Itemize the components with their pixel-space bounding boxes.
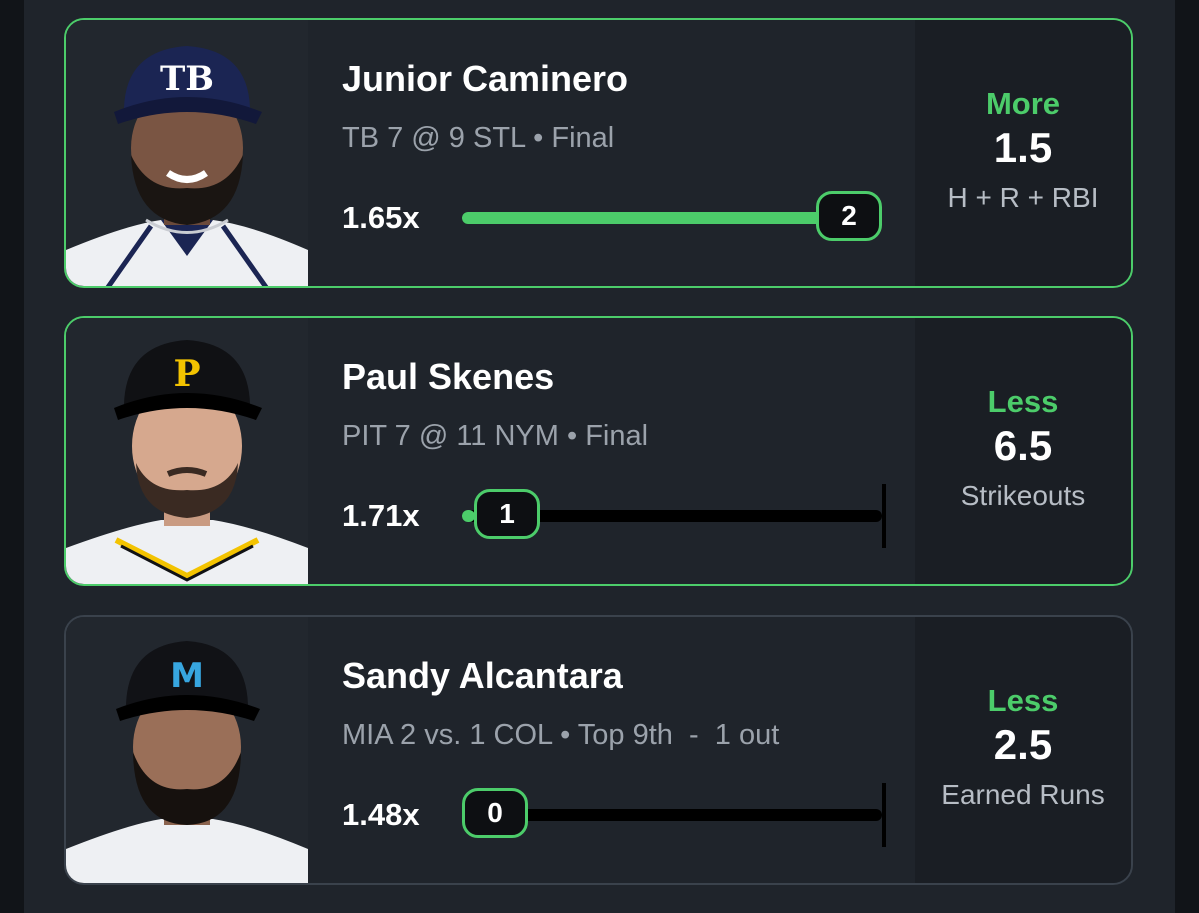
player-headshot: P	[66, 318, 308, 584]
player-headshot: TB	[66, 20, 308, 286]
current-stat-value: 2	[841, 200, 857, 231]
left-edge-strip	[0, 0, 24, 913]
current-stat-bubble: 1	[474, 489, 540, 539]
team-logo-text: M	[170, 656, 204, 696]
projection-box: Less 6.5 Strikeouts	[915, 318, 1131, 584]
team-logo-text: P	[173, 353, 200, 395]
game-status: PIT 7 @ 11 NYM • Final	[342, 420, 649, 452]
pick-card[interactable]: P Paul Skenes PIT 7 @ 11 NYM • Final 1.7…	[64, 316, 1133, 586]
pick-info: Junior Caminero TB 7 @ 9 STL • Final 1.6…	[342, 20, 922, 286]
player-headshot: M	[66, 617, 308, 883]
pick-card[interactable]: M Sandy Alcantara MIA 2 vs. 1 COL • Top …	[64, 615, 1133, 885]
projection-line: 6.5	[993, 422, 1053, 470]
player-name: Junior Caminero	[342, 58, 629, 99]
player-name: Sandy Alcantara	[342, 655, 623, 696]
game-status: TB 7 @ 9 STL • Final	[342, 122, 615, 154]
payout-multiplier: 1.71x	[342, 498, 420, 533]
projection-box: Less 2.5 Earned Runs	[915, 617, 1131, 883]
projection-line: 2.5	[993, 721, 1053, 769]
pick-info: Paul Skenes PIT 7 @ 11 NYM • Final 1.71x…	[342, 318, 922, 584]
projection-box: More 1.5 H + R + RBI	[915, 20, 1131, 286]
picks-panel: TB Junior Caminero TB 7 @ 9 STL • Final …	[24, 0, 1175, 913]
payout-multiplier: 1.48x	[342, 797, 420, 832]
player-name: Paul Skenes	[342, 356, 555, 397]
pick-info: Sandy Alcantara MIA 2 vs. 1 COL • Top 9t…	[342, 617, 922, 883]
stat-progress-bar: 2	[462, 186, 912, 250]
pick-direction: Less	[987, 683, 1059, 719]
stat-type: H + R + RBI	[947, 181, 1099, 213]
pick-direction: Less	[987, 384, 1059, 420]
line-threshold-marker	[882, 783, 886, 847]
game-status: MIA 2 vs. 1 COL • Top 9th - 1 out	[342, 719, 780, 751]
stat-type: Strikeouts	[960, 479, 1086, 511]
current-stat-bubble: 2	[816, 191, 882, 241]
right-edge-strip	[1175, 0, 1199, 913]
current-stat-bubble: 0	[462, 788, 528, 838]
team-logo-text: TB	[160, 59, 214, 99]
pick-card[interactable]: TB Junior Caminero TB 7 @ 9 STL • Final …	[64, 18, 1133, 288]
stat-progress-bar: 0	[462, 783, 912, 847]
pick-direction: More	[985, 86, 1061, 122]
current-stat-value: 0	[487, 797, 503, 828]
line-threshold-marker	[882, 484, 886, 548]
payout-multiplier: 1.65x	[342, 200, 420, 235]
projection-line: 1.5	[993, 124, 1053, 172]
stat-progress-bar: 1	[462, 484, 912, 548]
stat-type: Earned Runs	[941, 778, 1105, 810]
current-stat-value: 1	[499, 498, 515, 529]
